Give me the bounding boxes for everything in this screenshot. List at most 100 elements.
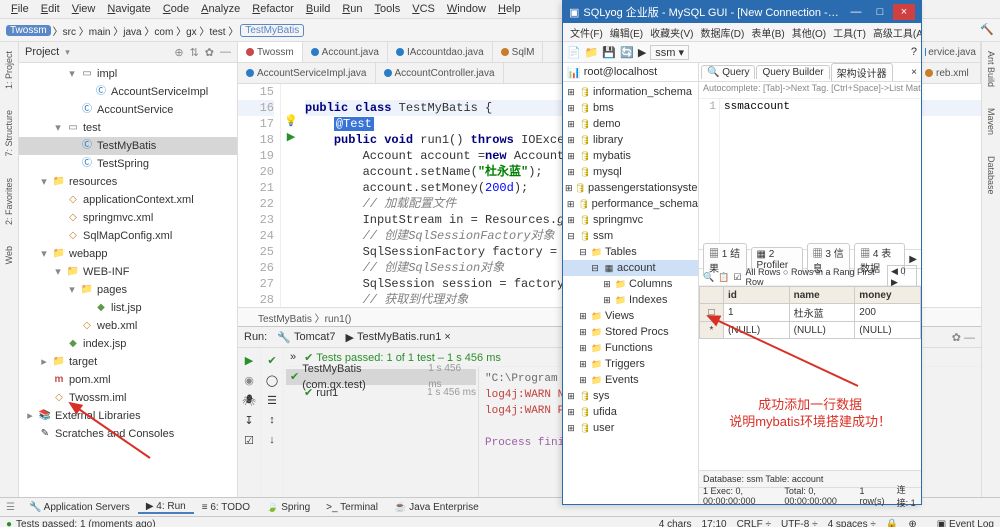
play-icon[interactable]: ▶ xyxy=(909,254,917,265)
step-icon[interactable]: ↧ xyxy=(241,412,257,428)
menu-refactor[interactable]: Refactor xyxy=(247,3,299,15)
minimize-button[interactable]: — xyxy=(845,4,867,20)
breadcrumb[interactable]: Twossm 〉src 〉main 〉java 〉com 〉gx 〉test 〉… xyxy=(6,23,304,38)
tree-row[interactable]: ◇web.xml xyxy=(19,317,237,335)
sqlyog-menu-item[interactable]: 高级工具(A) xyxy=(870,25,921,40)
bottom-tab[interactable]: >_ Terminal xyxy=(318,502,386,513)
breadcrumb-seg[interactable]: test xyxy=(209,27,225,38)
rail-tab[interactable]: 7: Structure xyxy=(3,107,15,160)
tree-row[interactable]: ⒸAccountServiceImpl xyxy=(19,83,237,101)
ok-icon[interactable]: ✔ xyxy=(264,352,280,368)
peek-tab-1[interactable]: ervice.java xyxy=(921,42,981,63)
chevron-right-icon[interactable]: » xyxy=(290,351,296,363)
db-tree-row[interactable]: ⊞🛢performance_schema xyxy=(563,196,698,212)
sqlyog-menu-item[interactable]: 编辑(E) xyxy=(607,25,646,40)
sqlyog-menu-item[interactable]: 收藏夹(V) xyxy=(647,25,696,40)
rail-tab[interactable]: Database xyxy=(985,153,997,198)
menu-tools[interactable]: Tools xyxy=(370,3,406,15)
grid-header[interactable]: id xyxy=(723,287,789,304)
editor-tab[interactable]: Twossm xyxy=(238,42,303,62)
result-toolbar[interactable]: 🔍📋☑ All Rows ○ Rows in a Rang First Row … xyxy=(699,269,921,286)
sqlyog-menu-item[interactable]: 表单(B) xyxy=(748,25,787,40)
sqlyog-menu-item[interactable]: 工具(T) xyxy=(830,25,869,40)
db-tree-row[interactable]: ⊞🛢demo xyxy=(563,116,698,132)
db-tree-row[interactable]: ⊟🛢ssm xyxy=(563,228,698,244)
project-tree[interactable]: ▾▭implⒸAccountServiceImplⒸAccountService… xyxy=(19,63,237,497)
sqlyog-window[interactable]: ▣ SQLyog 企业版 - MySQL GUI - [New Connecti… xyxy=(562,0,922,505)
chevron-down-icon[interactable]: ▾ xyxy=(65,47,70,58)
menu-edit[interactable]: Edit xyxy=(36,3,65,15)
status-item[interactable]: 4 spaces ÷ xyxy=(828,519,876,527)
build-icon[interactable]: 🔨 xyxy=(980,23,994,37)
tree-row[interactable]: ▾▭impl xyxy=(19,65,237,83)
new-icon[interactable]: 📄 xyxy=(567,46,581,59)
test-row[interactable]: ✔TestMyBatis (com.gx.test)1 s 456 ms xyxy=(286,369,476,385)
tree-row[interactable]: ▾📁webapp xyxy=(19,245,237,263)
db-tree-row[interactable]: ⊞🛢mysql xyxy=(563,164,698,180)
menu-view[interactable]: View xyxy=(67,3,101,15)
db-tree-row[interactable]: ⊟📁Tables xyxy=(563,244,698,260)
grid-header[interactable]: money xyxy=(855,287,921,304)
connection-tab[interactable]: 📊root@localhost xyxy=(563,63,698,82)
rail-tab[interactable]: Web xyxy=(3,243,15,267)
editor-tab[interactable]: AccountServiceImpl.java xyxy=(238,63,376,83)
db-tree[interactable]: ⊞🛢information_schema⊞🛢bms⊞🛢demo⊞🛢library… xyxy=(563,82,698,504)
result-grid[interactable]: idnamemoney□1杜永蓝200*(NULL)(NULL)(NULL) xyxy=(699,286,921,470)
close-button[interactable]: × xyxy=(893,4,915,20)
bottom-tab[interactable]: ≡ 6: TODO xyxy=(194,502,258,513)
sqlyog-toolbar[interactable]: 📄 📁 💾 🔄 ▶ ssm ▾ ? xyxy=(563,42,921,63)
tree-row[interactable]: ⒸAccountService xyxy=(19,101,237,119)
db-tree-row[interactable]: ⊞📁Functions xyxy=(563,340,698,356)
project-header[interactable]: Project ▾ ⊕⇅✿— xyxy=(19,42,237,63)
db-tree-row[interactable]: ⊞📁Columns xyxy=(563,276,698,292)
panel-action-icon[interactable]: ⇅ xyxy=(190,46,199,59)
folder-icon[interactable]: 📁 xyxy=(585,46,599,59)
rail-tab[interactable]: Maven xyxy=(985,105,997,138)
tree-row[interactable]: ◇Twossm.iml xyxy=(19,389,237,407)
breadcrumb-seg[interactable]: main xyxy=(89,27,111,38)
stop-icon[interactable]: ◉ xyxy=(241,372,257,388)
bottom-tab[interactable]: ☕ Java Enterprise xyxy=(386,502,487,513)
query-tab[interactable]: 🔍 Query xyxy=(701,65,755,79)
save-icon[interactable]: 💾 xyxy=(602,46,616,59)
menu-help[interactable]: Help xyxy=(493,3,526,15)
breadcrumb-file[interactable]: TestMyBatis xyxy=(240,24,304,37)
tree-row[interactable]: ▸📚External Libraries xyxy=(19,407,237,425)
grid-header[interactable]: name xyxy=(789,287,855,304)
menu-window[interactable]: Window xyxy=(442,3,491,15)
db-combo[interactable]: ssm ▾ xyxy=(650,45,689,60)
expand-icon[interactable]: ☰ xyxy=(264,392,280,408)
gutter-run-icon[interactable]: 💡 xyxy=(284,113,298,129)
db-tree-row[interactable]: ⊞🛢springmvc xyxy=(563,212,698,228)
gutter-icons[interactable]: 💡▶ xyxy=(281,84,301,307)
run-sql-icon[interactable]: ▶ xyxy=(638,46,646,59)
menu-analyze[interactable]: Analyze xyxy=(196,3,245,15)
sqlyog-menu-item[interactable]: 其他(O) xyxy=(789,25,829,40)
run-config-test[interactable]: ▶ TestMyBatis.run1 × xyxy=(346,331,451,344)
db-tree-row[interactable]: ⊞🛢mybatis xyxy=(563,148,698,164)
sql-editor[interactable]: 1 ssmaccount xyxy=(699,99,921,250)
query-tabs[interactable]: 🔍 QueryQuery Builder架构设计器× xyxy=(699,63,921,82)
bottom-tab[interactable]: 🔧 Application Servers xyxy=(21,502,138,513)
rerun-icon[interactable]: ▶ xyxy=(241,352,257,368)
grid-row[interactable]: □1杜永蓝200 xyxy=(700,304,921,322)
status-item[interactable]: ⊕ xyxy=(908,519,916,527)
db-tree-row[interactable]: ⊞🛢user xyxy=(563,420,698,436)
maximize-button[interactable]: □ xyxy=(869,4,891,20)
db-tree-row[interactable]: ⊞🛢sys xyxy=(563,388,698,404)
event-log-button[interactable]: ▣ Event Log xyxy=(937,519,994,527)
tree-row[interactable]: ⒸTestMyBatis xyxy=(19,137,237,155)
gutter-run-icon[interactable]: ▶ xyxy=(287,129,295,145)
status-item[interactable]: 4 chars xyxy=(659,519,692,527)
db-tree-row[interactable]: ⊞🛢ufida xyxy=(563,404,698,420)
sqlyog-menu-item[interactable]: 数据库(D) xyxy=(697,25,747,40)
db-tree-row[interactable]: ⊞📁Events xyxy=(563,372,698,388)
editor-tab[interactable]: Account.java xyxy=(303,42,388,62)
tree-row[interactable]: mpom.xml xyxy=(19,371,237,389)
grid-header[interactable] xyxy=(700,287,724,304)
menu-build[interactable]: Build xyxy=(301,3,335,15)
db-tree-row[interactable]: ⊞📁Stored Procs xyxy=(563,324,698,340)
menu-file[interactable]: File xyxy=(6,3,34,15)
sql-content[interactable]: ssmaccount xyxy=(720,99,794,249)
panel-action-icon[interactable]: ✿ xyxy=(205,46,214,59)
